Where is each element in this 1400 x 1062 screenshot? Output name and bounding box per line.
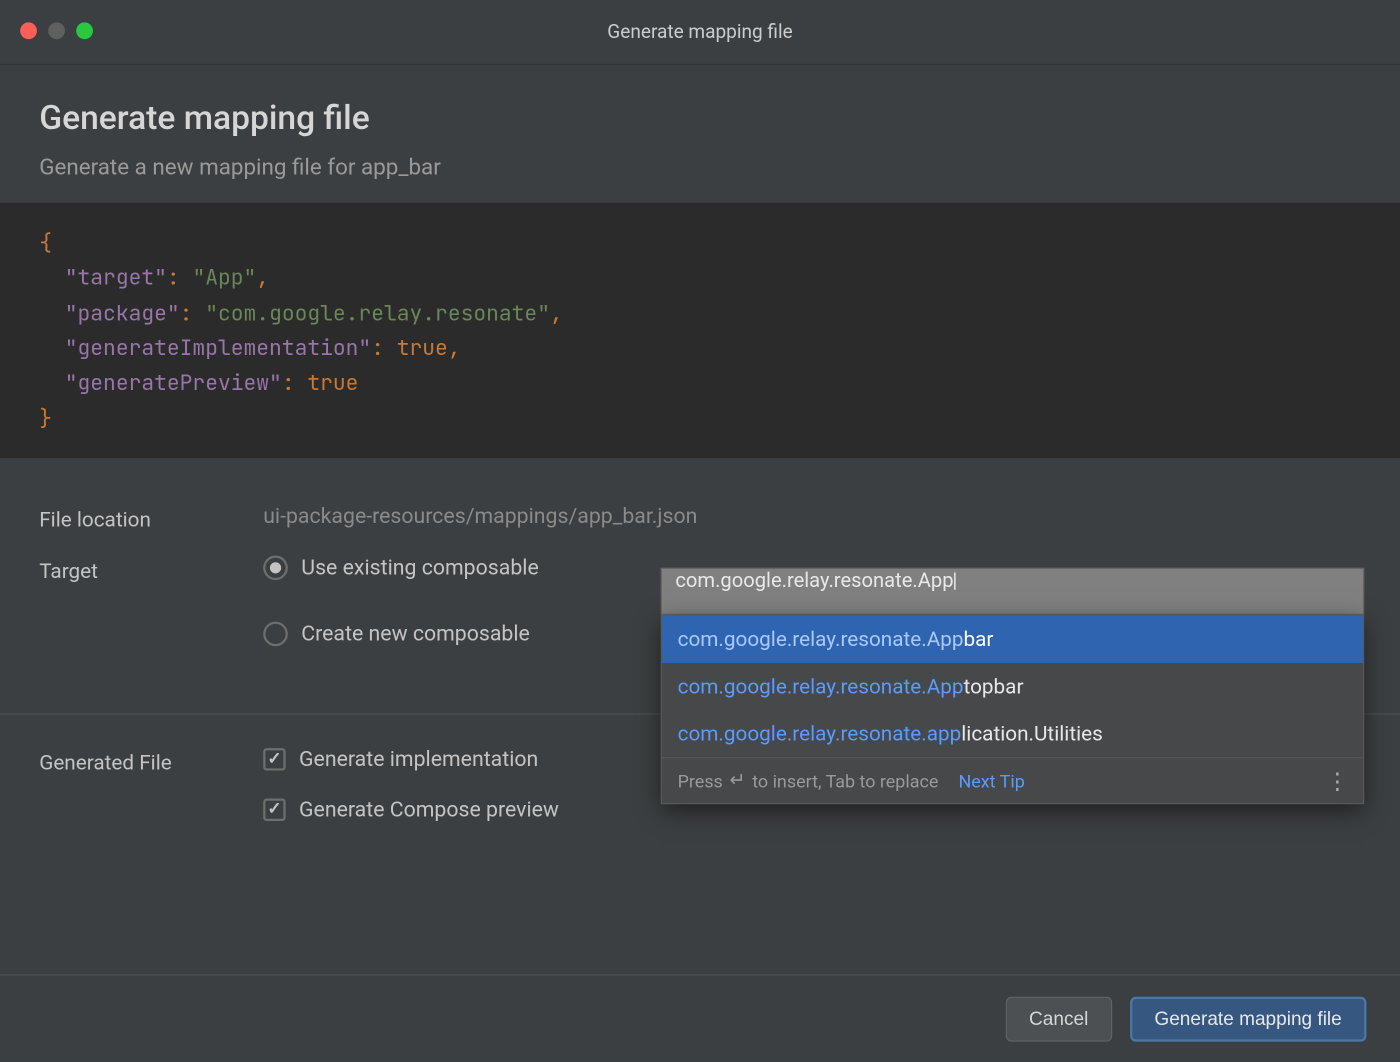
autocomplete-match: com.google.relay.resonate.app xyxy=(678,721,962,746)
checkbox-icon xyxy=(263,798,285,820)
target-label: Target xyxy=(39,554,263,583)
titlebar: Generate mapping file xyxy=(0,0,1400,65)
checkbox-label: Generate implementation xyxy=(299,746,538,772)
target-input[interactable]: com.google.relay.resonate.App xyxy=(661,568,1364,615)
autocomplete-rest: lication.Utilities xyxy=(961,721,1103,746)
dialog-button-bar: Cancel Generate mapping file xyxy=(0,974,1400,1061)
autocomplete-footer: Press ↵ to insert, Tab to replace Next T… xyxy=(662,757,1363,803)
zoom-window-button[interactable] xyxy=(76,22,93,39)
checkbox-icon xyxy=(263,748,285,770)
dialog-header: Generate mapping file Generate a new map… xyxy=(39,65,1361,203)
autocomplete-rest: topbar xyxy=(964,674,1024,699)
checkbox-label: Generate Compose preview xyxy=(299,796,559,822)
footer-hint-post: to insert, Tab to replace xyxy=(752,770,938,791)
code-preview: { "target": "App", "package": "com.googl… xyxy=(0,203,1400,458)
autocomplete-rest: bar xyxy=(964,627,994,652)
generated-file-label: Generated File xyxy=(39,746,263,775)
dialog-subtitle: Generate a new mapping file for app_bar xyxy=(39,153,1361,180)
radio-label: Use existing composable xyxy=(301,554,538,580)
cancel-button[interactable]: Cancel xyxy=(1006,996,1112,1041)
dialog-title: Generate mapping file xyxy=(39,99,1361,138)
autocomplete-match: com.google.relay.resonate.App xyxy=(678,627,964,652)
generate-button[interactable]: Generate mapping file xyxy=(1130,996,1367,1041)
file-location-label: File location xyxy=(39,503,263,532)
window-title: Generate mapping file xyxy=(0,21,1400,43)
close-window-button[interactable] xyxy=(20,22,37,39)
footer-hint-pre: Press xyxy=(678,770,723,791)
autocomplete-popup: com.google.relay.resonate.Appbarcom.goog… xyxy=(661,615,1364,804)
next-tip-link[interactable]: Next Tip xyxy=(959,770,1025,791)
autocomplete-item[interactable]: com.google.relay.resonate.Apptopbar xyxy=(662,663,1363,710)
row-file-location: File location ui-package-resources/mappi… xyxy=(39,503,1361,532)
enter-key-icon: ↵ xyxy=(730,770,746,792)
radio-icon xyxy=(263,555,288,580)
window-controls xyxy=(20,22,93,39)
radio-label: Create new composable xyxy=(301,621,530,647)
more-options-icon[interactable]: ⋮ xyxy=(1326,767,1347,794)
target-input-value: com.google.relay.resonate.App xyxy=(675,569,953,593)
autocomplete-item[interactable]: com.google.relay.resonate.Appbar xyxy=(662,616,1363,663)
minimize-window-button[interactable] xyxy=(48,22,65,39)
autocomplete-match: com.google.relay.resonate.App xyxy=(678,674,964,699)
radio-icon xyxy=(263,621,288,646)
file-location-value: ui-package-resources/mappings/app_bar.js… xyxy=(263,503,1361,529)
autocomplete-item[interactable]: com.google.relay.resonate.application.Ut… xyxy=(662,710,1363,757)
